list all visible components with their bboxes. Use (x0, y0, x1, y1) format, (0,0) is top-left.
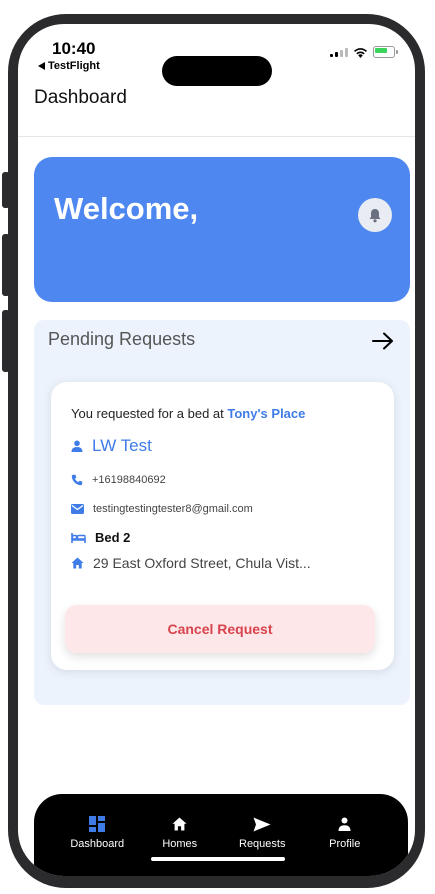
cellular-signal-icon (330, 47, 348, 57)
header-divider (18, 136, 415, 137)
email-address: testingtestingtester8@gmail.com (93, 503, 253, 515)
pending-requests-section: Pending Requests You requested for a bed… (34, 320, 410, 705)
home-icon (172, 817, 187, 831)
dashboard-icon (89, 816, 106, 832)
back-app-label: TestFlight (48, 60, 100, 72)
battery-icon (373, 46, 398, 58)
email-row: testingtestingtester8@gmail.com (71, 503, 253, 515)
address-row: 29 East Oxford Street, Chula Vist... (71, 555, 311, 571)
email-icon (71, 504, 84, 514)
request-prefix: You requested for a bed at (71, 406, 224, 421)
place-link[interactable]: Tony's Place (227, 406, 305, 421)
send-icon (253, 817, 271, 831)
phone-row: +16198840692 (71, 474, 166, 486)
phone-number: +16198840692 (92, 474, 166, 486)
request-card: You requested for a bed at Tony's Place … (51, 382, 394, 670)
welcome-text: Welcome, (54, 191, 199, 226)
requester-name-row: LW Test (71, 436, 152, 456)
welcome-card: Welcome, (34, 157, 410, 302)
tab-profile[interactable]: Profile (309, 794, 381, 876)
home-indicator (151, 857, 285, 861)
phone-icon (71, 474, 83, 486)
tab-profile-label: Profile (329, 838, 361, 850)
tab-requests-label: Requests (239, 838, 286, 850)
person-icon (71, 440, 83, 452)
phone-screen: 10:40 TestFlight Dashboard Welcome, Pend… (18, 24, 415, 876)
bed-label: Bed 2 (95, 530, 131, 545)
requester-name: LW Test (92, 436, 152, 455)
bed-icon (71, 532, 86, 543)
bottom-tab-bar: Dashboard Homes Requests Profile (34, 794, 408, 876)
notifications-button[interactable] (358, 198, 392, 232)
tab-dashboard-label: Dashboard (70, 838, 125, 850)
pending-requests-title: Pending Requests (48, 329, 196, 349)
back-triangle-icon (38, 62, 45, 70)
cancel-request-button[interactable]: Cancel Request (65, 605, 375, 653)
bell-icon (369, 208, 381, 222)
back-to-app-link[interactable]: TestFlight (38, 60, 100, 72)
tab-homes-label: Homes (162, 838, 198, 850)
status-icons (330, 46, 398, 58)
tab-requests[interactable]: Requests (226, 794, 298, 876)
arrow-right-icon (372, 332, 393, 350)
page-title: Dashboard (34, 87, 127, 108)
tab-dashboard[interactable]: Dashboard (61, 794, 133, 876)
wifi-icon (354, 47, 367, 58)
bed-row: Bed 2 (71, 530, 130, 545)
tab-homes[interactable]: Homes (144, 794, 216, 876)
status-time: 10:40 (52, 39, 96, 58)
home-icon (71, 557, 84, 569)
request-summary: You requested for a bed at Tony's Place (71, 406, 305, 421)
address-text: 29 East Oxford Street, Chula Vist... (93, 555, 311, 571)
pending-requests-arrow-button[interactable] (372, 328, 394, 354)
dynamic-island (162, 56, 272, 86)
person-icon (338, 817, 351, 831)
